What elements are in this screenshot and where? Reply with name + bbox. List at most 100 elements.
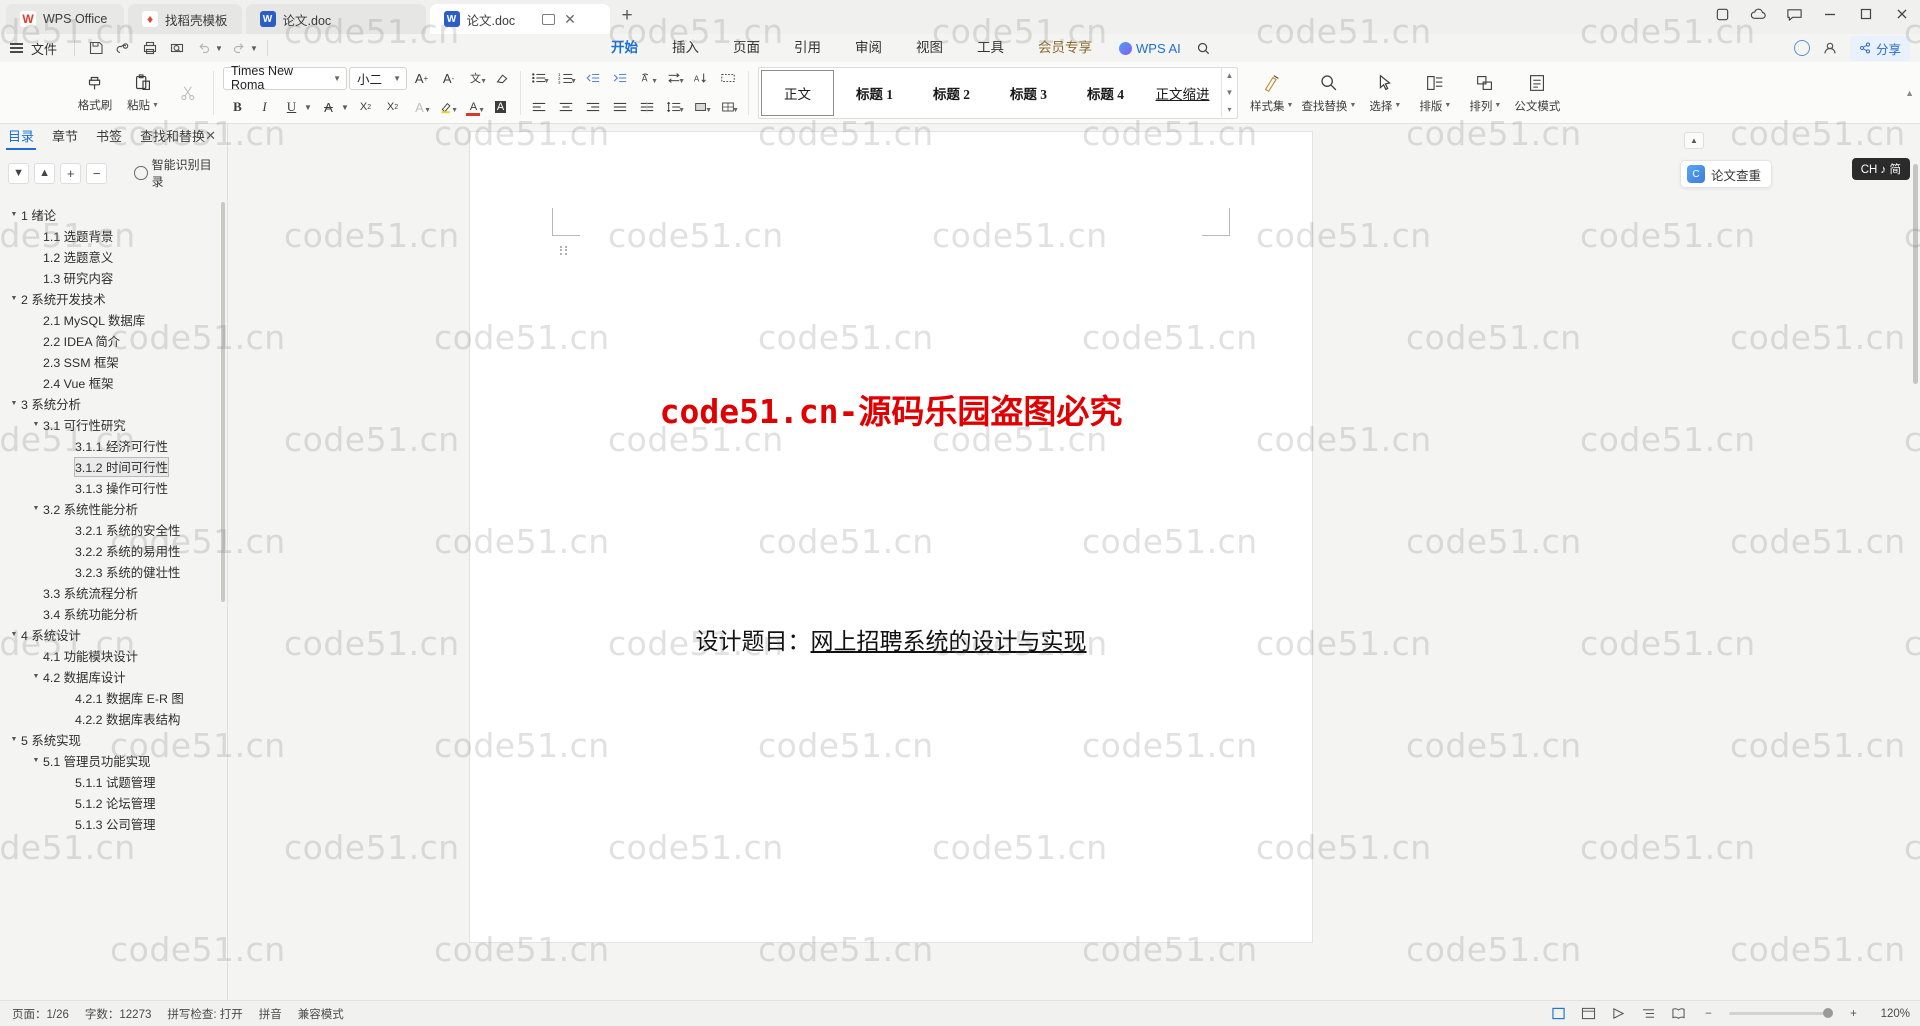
sidebar-tab-bookmarks[interactable]: 书签 (94, 124, 124, 150)
toc-item[interactable]: 1.3 研究内容 (0, 267, 228, 288)
toc-item[interactable]: 2.2 IDEA 简介 (0, 330, 228, 351)
save-icon[interactable] (82, 37, 109, 59)
style-set-button[interactable]: 样式集 ▼ (1246, 65, 1297, 121)
arrange-button[interactable]: 排列 ▼ (1460, 65, 1510, 121)
tab-close-icon[interactable]: ✕ (564, 12, 576, 26)
toc-item[interactable]: 5.1.2 论坛管理 (0, 792, 228, 813)
ime-indicator[interactable]: CH ♪ 简 (1851, 158, 1910, 180)
print-preview-icon[interactable] (163, 37, 190, 59)
toc-item[interactable]: ▼ 1 绪论 (0, 204, 228, 225)
distributed-align-icon[interactable] (634, 96, 659, 119)
style-gallery-scroll[interactable]: ▲ ▼ ▾ (1221, 67, 1237, 118)
show-marks-icon[interactable] (715, 67, 740, 90)
smart-toc-button[interactable]: 智能识别目录 (134, 156, 220, 190)
globe-icon[interactable] (1793, 40, 1810, 56)
numbered-list-icon[interactable]: 123 ▼ (553, 67, 578, 90)
toc-item[interactable]: 3.1.3 操作可行性 (0, 477, 228, 498)
toc-collapse-all-icon[interactable]: ▲ (34, 162, 56, 184)
line-spacing-icon[interactable]: ▼ (661, 96, 686, 119)
zoom-level-label[interactable]: 120% (1874, 1008, 1910, 1020)
doc-tab-1[interactable]: W 论文.doc (245, 4, 426, 34)
sidebar-tab-find-replace[interactable]: 查找和替换 (138, 124, 207, 150)
toc-item[interactable]: 1.2 选题意义 (0, 246, 228, 267)
toc-item[interactable]: ▼ 2 系统开发技术 (0, 288, 228, 309)
bullet-list-icon[interactable]: ▼ (526, 67, 551, 90)
select-button[interactable]: 选择 ▼ (1360, 65, 1410, 121)
language-status[interactable]: 拼音 (259, 1006, 282, 1022)
toc-item[interactable]: 4.2.2 数据库表结构 (0, 708, 228, 729)
user-avatar-icon[interactable] (1820, 38, 1840, 58)
share-button[interactable]: 分享 (1849, 35, 1910, 61)
strikethrough-icon[interactable]: A (316, 96, 341, 119)
expand-gallery-icon[interactable]: ▾ (1227, 105, 1231, 114)
wps-ai-button[interactable]: WPS AI (1109, 41, 1191, 56)
font-color-icon[interactable]: A ▼ (461, 96, 486, 119)
search-icon[interactable] (1191, 41, 1217, 56)
chevron-down-icon[interactable]: ▼ (8, 736, 20, 743)
sidebar-close-icon[interactable]: ✕ (205, 128, 216, 144)
full-screen-icon[interactable] (1579, 1006, 1598, 1021)
chevron-down-icon[interactable]: ▼ (30, 505, 42, 512)
align-center-icon[interactable] (553, 96, 578, 119)
toc-item[interactable]: ▼ 3.1 可行性研究 (0, 414, 228, 435)
outline-icon[interactable] (1639, 1006, 1658, 1021)
decrease-indent-icon[interactable] (580, 67, 605, 90)
font-size-select[interactable]: 小二 ▼ (349, 66, 407, 90)
sidebar-tab-toc[interactable]: 目录 (6, 124, 37, 150)
chevron-down-icon[interactable]: ▼ (1226, 88, 1234, 97)
menu-hamburger-icon[interactable] (10, 43, 23, 53)
chevron-down-icon[interactable]: ▼ (8, 211, 20, 218)
compat-mode[interactable]: 兼容模式 (298, 1006, 344, 1022)
toc-item[interactable]: 2.1 MySQL 数据库 (0, 309, 228, 330)
toc-item[interactable]: 3.2.1 系统的安全性 (0, 519, 228, 540)
file-menu-button[interactable]: 文件 (29, 39, 67, 58)
toc-item[interactable]: 3.1.2 时间可行性 (0, 456, 228, 477)
maximize-icon[interactable] (1856, 4, 1876, 24)
zoom-in-icon[interactable]: + (1844, 1006, 1863, 1021)
superscript-icon[interactable]: X2 (353, 96, 378, 119)
chevron-down-icon[interactable]: ▼ (8, 631, 20, 638)
tab-split-icon[interactable] (542, 13, 556, 25)
word-count[interactable]: 字数：12273 (85, 1006, 151, 1022)
paste-button[interactable]: 粘贴 ▼ (120, 65, 166, 121)
tab-review[interactable]: 审阅 (838, 34, 899, 62)
document-canvas[interactable]: code51.cn-源码乐园盗图必究 设计题目：网上招聘系统的设计与实现 ▲ C… (228, 124, 1920, 1026)
tab-insert[interactable]: 插入 (655, 34, 716, 62)
reading-icon[interactable] (1669, 1006, 1688, 1021)
style-normal[interactable]: 正文 (761, 69, 834, 116)
toc-expand-all-icon[interactable]: ▼ (8, 162, 30, 184)
web-layout-icon[interactable] (1609, 1006, 1628, 1021)
italic-button[interactable]: I (252, 96, 277, 119)
format-painter-button[interactable]: 格式刷 (72, 65, 118, 121)
text-direction-icon[interactable]: ▼ (661, 67, 686, 90)
toc-item[interactable]: ▼ 3.2 系统性能分析 (0, 498, 228, 519)
text-effects-icon[interactable]: A ▼ (407, 96, 432, 119)
tab-reference[interactable]: 引用 (777, 34, 838, 62)
justify-icon[interactable] (607, 96, 632, 119)
toc-item[interactable]: ▼ 4 系统设计 (0, 624, 228, 645)
align-left-icon[interactable] (526, 96, 551, 119)
toc-item[interactable]: 4.2.1 数据库 E-R 图 (0, 687, 228, 708)
find-replace-button[interactable]: 查找替换 ▼ (1297, 65, 1360, 121)
toc-item[interactable]: 3.2.2 系统的易用性 (0, 540, 228, 561)
toc-item[interactable]: 5.1.1 试题管理 (0, 771, 228, 792)
style-heading-4[interactable]: 标题 4 (1067, 68, 1144, 118)
underline-button[interactable]: U (279, 96, 304, 119)
chevron-down-icon[interactable]: ▼ (30, 757, 42, 764)
toc-item[interactable]: ▼ 3 系统分析 (0, 393, 228, 414)
toc-item[interactable]: 2.4 Vue 框架 (0, 372, 228, 393)
typesetting-button[interactable]: 排版 ▼ (1410, 65, 1460, 121)
style-heading-2[interactable]: 标题 2 (913, 68, 990, 118)
bold-button[interactable]: B (225, 96, 250, 119)
paragraph-shading-icon[interactable]: ▼ (688, 96, 713, 119)
toc-item[interactable]: ▼ 5.1 管理员功能实现 (0, 750, 228, 771)
collapse-ribbon-icon[interactable]: ▲ (1684, 132, 1704, 149)
sidebar-tab-chapters[interactable]: 章节 (50, 124, 80, 150)
toc-item[interactable]: 3.4 系统功能分析 (0, 603, 228, 624)
chevron-down-icon[interactable]: ▼ (30, 421, 42, 428)
style-body-indent[interactable]: 正文缩进 (1144, 68, 1221, 118)
toc-item[interactable]: ▼ 5 系统实现 (0, 729, 228, 750)
official-doc-mode-button[interactable]: 公文模式 (1510, 65, 1564, 121)
close-icon[interactable] (1892, 4, 1912, 24)
toc-promote-icon[interactable]: + (60, 162, 82, 184)
